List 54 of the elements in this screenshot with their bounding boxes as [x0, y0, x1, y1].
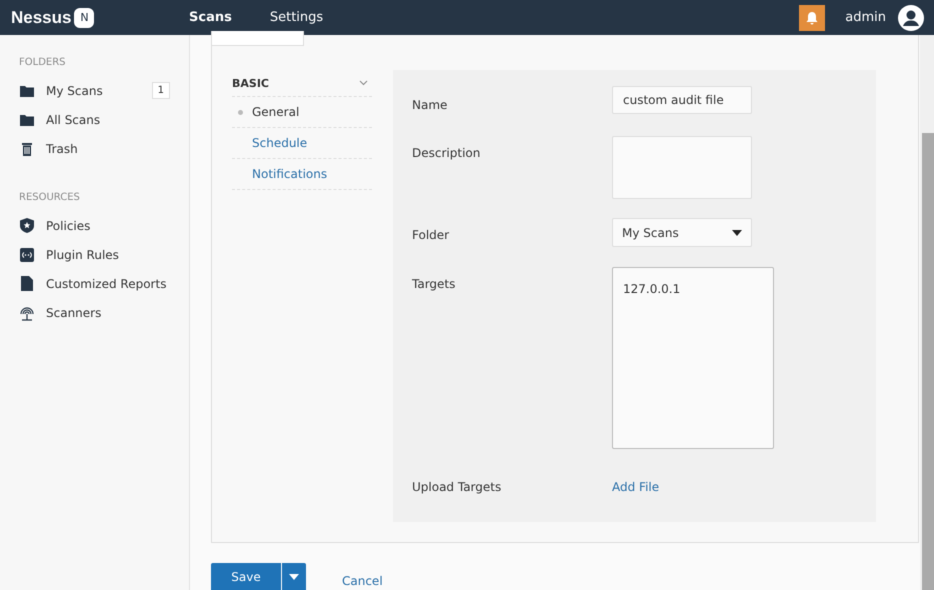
save-options-button[interactable]	[282, 563, 306, 590]
add-file-link[interactable]: Add File	[612, 471, 660, 494]
logo-badge: N	[74, 8, 94, 28]
sidebar-item-label: All Scans	[46, 112, 100, 126]
sidebar-item-label: Customized Reports	[46, 276, 166, 290]
section-heading: RESOURCES	[19, 191, 81, 203]
sidebar-item[interactable]: My Scans 1	[19, 76, 170, 105]
field-label: Upload Targets	[412, 479, 502, 494]
caret-icon	[732, 230, 742, 236]
count-badge: 1	[152, 82, 170, 99]
settings-nav-item[interactable]: General	[232, 97, 372, 128]
caret-icon	[289, 574, 299, 580]
folder-icon	[19, 84, 35, 98]
plugin-icon	[19, 248, 35, 262]
chevron-icon[interactable]	[359, 80, 368, 86]
document-icon	[19, 276, 35, 291]
save-button[interactable]: Save	[211, 563, 281, 590]
sidebar-item-label: Scanners	[46, 306, 102, 320]
user-avatar-icon[interactable]	[898, 4, 924, 30]
scrollbar-thumb[interactable]	[922, 133, 934, 590]
settings-nav-item[interactable]: Schedule	[232, 128, 372, 159]
folder-dropdown[interactable]: My Scans	[612, 218, 752, 247]
nav-link[interactable]: Scans	[189, 10, 232, 25]
bell-icon	[805, 10, 820, 24]
sidebar-item-label: My Scans	[46, 84, 103, 98]
nav-link[interactable]: Settings	[270, 10, 324, 25]
sidebar-item[interactable]: Policies	[19, 211, 170, 240]
sidebar-item[interactable]: All Scans	[19, 105, 170, 134]
field-label: Folder	[412, 227, 450, 242]
sidebar-item-label: Plugin Rules	[46, 248, 119, 262]
notifications-button[interactable]	[799, 4, 826, 30]
trash-icon	[19, 142, 35, 156]
user-name[interactable]: admin	[845, 10, 886, 25]
shield-icon	[19, 218, 35, 233]
folder-icon	[19, 112, 35, 126]
field-label: Targets	[412, 276, 456, 291]
radar-icon	[19, 304, 35, 320]
sidebar-item[interactable]: Scanners	[19, 298, 170, 327]
cancel-link[interactable]: Cancel	[342, 574, 383, 590]
field-label: Description	[412, 145, 482, 160]
section-heading: FOLDERS	[19, 56, 67, 68]
settings-nav-item[interactable]: Notifications	[232, 159, 372, 190]
sidebar-item[interactable]: Trash	[19, 134, 170, 163]
group-heading: BASIC	[232, 76, 269, 90]
sidebar-item[interactable]: Plugin Rules	[19, 240, 170, 269]
sidebar-item-label: Policies	[46, 218, 90, 232]
sidebar-item[interactable]: Customized Reports	[19, 269, 170, 298]
description-field[interactable]	[612, 136, 752, 199]
sidebar-item-label: Trash	[46, 142, 78, 156]
name-field[interactable]: custom audit file	[612, 86, 752, 114]
targets-field[interactable]: 127.0.0.1	[612, 267, 774, 449]
field-label: Name	[412, 97, 448, 112]
logo-text: Nessus	[11, 8, 72, 28]
scrollbar[interactable]	[920, 35, 934, 590]
